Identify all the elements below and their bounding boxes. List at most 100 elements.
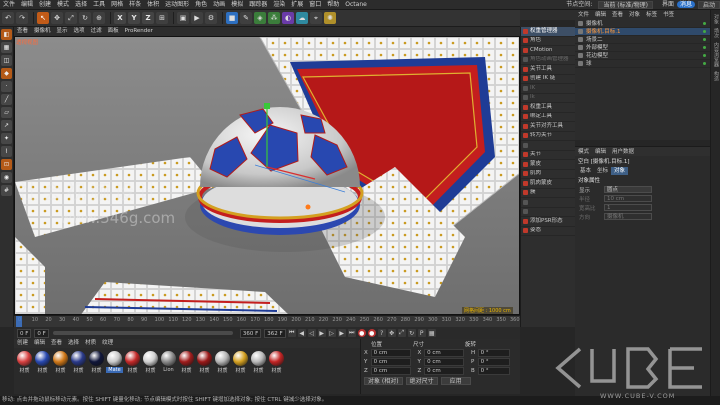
points-mode-icon[interactable]: ·	[1, 81, 12, 92]
viewport-menu-item[interactable]: ProRender	[122, 27, 156, 36]
deformer-icon[interactable]: ◐	[282, 12, 294, 24]
axis-mode-icon[interactable]: ↗	[1, 120, 12, 131]
range-slider[interactable]	[52, 331, 233, 335]
plugin-item[interactable]: 添加PSR形态	[521, 217, 575, 227]
snap-icon[interactable]: ⌇	[1, 146, 12, 157]
menu-item[interactable]: 帮助	[324, 0, 342, 10]
redo-icon[interactable]: ↷	[16, 12, 28, 24]
end-frame-field-2[interactable]: 362 F	[264, 328, 286, 338]
side-tab[interactable]: 构造	[713, 71, 720, 81]
visibility-icon[interactable]	[703, 62, 706, 65]
material-menu-item[interactable]: 编辑	[31, 339, 48, 348]
texture-mode-icon[interactable]: ▦	[1, 42, 12, 53]
visibility-icon[interactable]	[703, 38, 706, 41]
message-badge[interactable]: 消息	[676, 1, 695, 8]
menu-item[interactable]: 创建	[36, 0, 54, 10]
material-swatch[interactable]: 材质	[34, 351, 51, 374]
go-to-start-icon[interactable]: ⏮	[287, 329, 296, 337]
start-frame-field[interactable]: 0 F	[34, 328, 49, 338]
grid-key-icon[interactable]: ▦	[427, 329, 436, 337]
position-field[interactable]: 0 cm	[370, 348, 411, 357]
material-swatch[interactable]: 材质	[16, 351, 33, 374]
render-view-icon[interactable]: ▶	[191, 12, 203, 24]
x-axis-button[interactable]: X	[114, 12, 126, 24]
undo-icon[interactable]: ↶	[2, 12, 14, 24]
rotation-key-icon[interactable]: ↻	[407, 329, 416, 337]
material-menu-item[interactable]: 查看	[48, 339, 65, 348]
edges-mode-icon[interactable]: ╱	[1, 94, 12, 105]
lock-workplane-icon[interactable]: ⊡	[1, 159, 12, 170]
material-menu-item[interactable]: 选择	[65, 339, 82, 348]
menu-item[interactable]: 动画	[210, 0, 228, 10]
plugin-item[interactable]: 权重管理器	[521, 27, 575, 37]
position-field[interactable]: 0 cm	[370, 366, 411, 375]
side-tab[interactable]: 场次	[713, 28, 720, 38]
y-axis-button[interactable]: Y	[128, 12, 140, 24]
apply-button[interactable]: 应用	[440, 377, 471, 385]
camera-target-point[interactable]	[305, 204, 311, 210]
object-menu-item[interactable]: 标签	[643, 10, 660, 20]
cube-icon[interactable]: ■	[226, 12, 238, 24]
live-select-icon[interactable]: ↖	[37, 12, 49, 24]
material-swatch[interactable]: 材质	[88, 351, 105, 374]
solo-icon[interactable]: ◉	[1, 172, 12, 183]
next-key-icon[interactable]: ▶	[337, 329, 346, 337]
subdivision-icon[interactable]: ◈	[254, 12, 266, 24]
attribute-tab[interactable]: 坐标	[594, 167, 611, 175]
menu-item[interactable]: 渲染	[270, 0, 288, 10]
object-row[interactable]: 球	[575, 60, 710, 68]
keyframe-selection-icon[interactable]: ?	[377, 329, 386, 337]
go-to-end-icon[interactable]: ⏭	[347, 329, 356, 337]
material-swatch[interactable]: 材质	[178, 351, 195, 374]
plugin-item[interactable]: 簇	[521, 189, 575, 198]
plugin-item[interactable]: 蒙皮	[521, 160, 575, 170]
light-icon[interactable]: ✺	[324, 12, 336, 24]
menu-item[interactable]: 工具	[90, 0, 108, 10]
size-field[interactable]: 0 cm	[424, 348, 465, 357]
menu-item[interactable]: 编辑	[18, 0, 36, 10]
menu-item[interactable]: 文件	[0, 0, 18, 10]
object-menu-item[interactable]: 文件	[575, 10, 592, 20]
visibility-icon[interactable]	[703, 46, 706, 49]
attribute-value[interactable]: 圆点	[604, 186, 652, 193]
object-row[interactable]: 花边模型	[575, 52, 710, 60]
material-menu-item[interactable]: 纹理	[99, 339, 116, 348]
side-tab[interactable]: 内容浏览器	[713, 42, 720, 67]
plugin-item[interactable]: 转为关节	[521, 132, 575, 141]
attribute-menu-item[interactable]: 模式	[575, 148, 592, 156]
menu-item[interactable]: 模拟	[228, 0, 246, 10]
next-frame-icon[interactable]: ▷	[327, 329, 336, 337]
layout-dropdown[interactable]: 当前 (标准/物理)	[598, 0, 653, 9]
object-menu-item[interactable]: 书签	[660, 10, 677, 20]
material-swatch[interactable]: 材质	[52, 351, 69, 374]
menu-item[interactable]: 模式	[54, 0, 72, 10]
menu-item[interactable]: 跟踪器	[246, 0, 270, 10]
size-mode-dropdown[interactable]: 绝对尺寸	[405, 377, 438, 385]
workplane-icon[interactable]: ◫	[1, 55, 12, 66]
timeline-ruler[interactable]: 0102030405060708090100110120130140150160…	[14, 315, 520, 327]
material-swatch[interactable]: 材质	[70, 351, 87, 374]
z-axis-button[interactable]: Z	[142, 12, 154, 24]
interface-dropdown[interactable]: 启动	[697, 0, 720, 9]
coordinate-system-icon[interactable]: ⊞	[156, 12, 168, 24]
plugin-item[interactable]: CMotion	[521, 46, 575, 56]
menu-item[interactable]: 窗口	[306, 0, 324, 10]
material-swatch[interactable]: 材质	[250, 351, 267, 374]
end-frame-field[interactable]: 360 F	[239, 328, 262, 338]
menu-item[interactable]: 选择	[72, 0, 90, 10]
position-key-icon[interactable]: ✥	[387, 329, 396, 337]
side-tab[interactable]: 对象	[713, 14, 720, 24]
prev-frame-icon[interactable]: ◁	[307, 329, 316, 337]
prev-key-icon[interactable]: ◀	[297, 329, 306, 337]
menu-item[interactable]: 扩展	[288, 0, 306, 10]
material-swatch[interactable]: Mate	[106, 351, 123, 373]
move-icon[interactable]: ✥	[51, 12, 63, 24]
visibility-icon[interactable]	[703, 54, 706, 57]
menu-item[interactable]: 运动图形	[162, 0, 192, 10]
size-field[interactable]: 0 cm	[424, 366, 465, 375]
plugin-item[interactable]: 创建 IK 链	[521, 75, 575, 84]
visibility-icon[interactable]	[703, 30, 706, 33]
autokey-icon[interactable]: ●	[367, 329, 376, 337]
tweak-icon[interactable]: ✦	[1, 133, 12, 144]
attribute-menu-item[interactable]: 用户数据	[609, 148, 637, 156]
